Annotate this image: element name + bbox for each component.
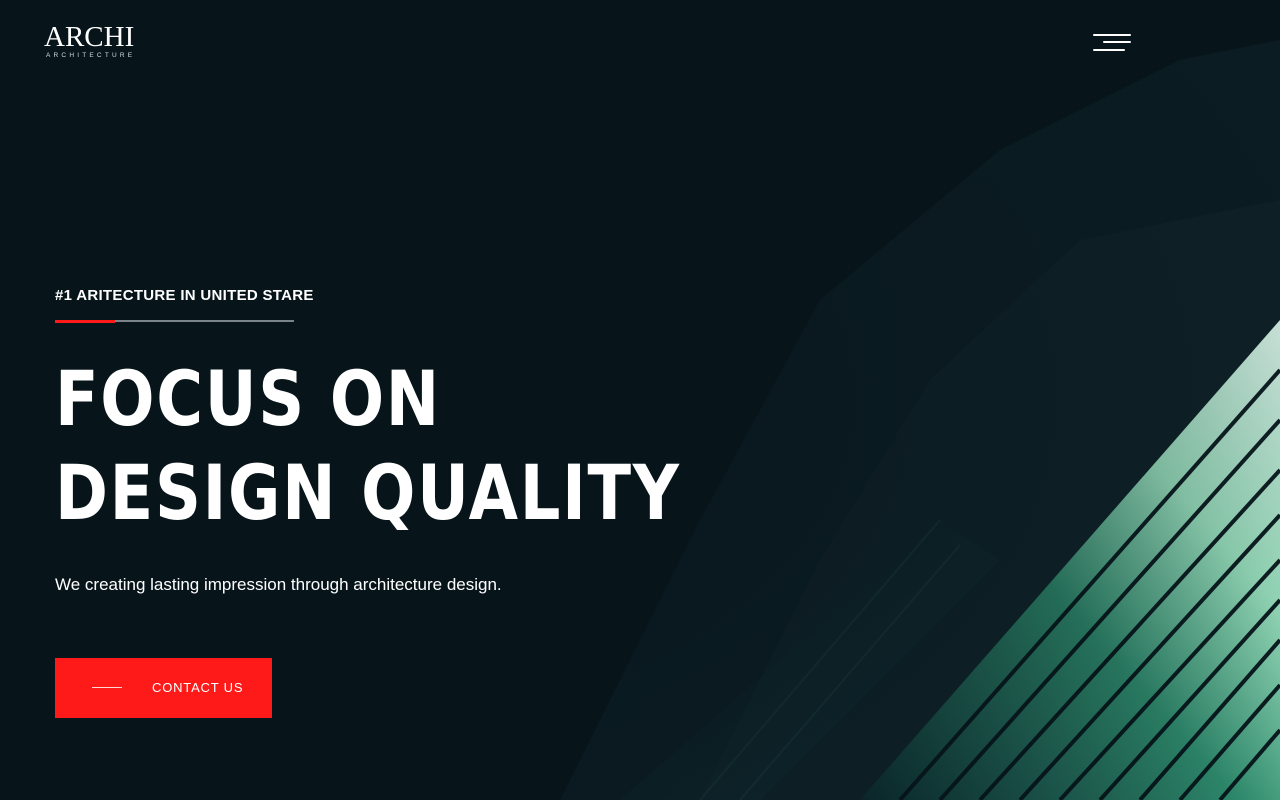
kicker-underline [55, 319, 294, 323]
brand-name: ARCHI [44, 21, 135, 53]
brand-tagline: ARCHITECTURE [46, 52, 136, 59]
menu-line-middle [1103, 41, 1131, 43]
hero-kicker: #1 ARITECTURE IN UNITED STARE [55, 287, 314, 304]
hero-headline: FOCUS ON DESIGN QUALITY [55, 352, 681, 540]
kicker-underline-accent [55, 319, 115, 323]
contact-us-label: CONTACT US [152, 680, 244, 695]
brand-logo[interactable]: ARCHI ARCHITECTURE [44, 22, 154, 62]
site-header: ARCHI ARCHITECTURE [0, 0, 1280, 90]
headline-line-2: DESIGN QUALITY [55, 448, 681, 537]
contact-us-button[interactable]: CONTACT US [55, 658, 272, 718]
line-dash-icon [92, 687, 122, 688]
hamburger-menu-icon[interactable] [1088, 28, 1138, 58]
hero-subtitle: We creating lasting impression through a… [55, 575, 502, 594]
menu-line-bottom [1093, 49, 1125, 51]
headline-line-1: FOCUS ON [55, 354, 441, 443]
menu-line-top [1093, 34, 1131, 36]
hero-content: #1 ARITECTURE IN UNITED STARE FOCUS ON D… [55, 284, 800, 595]
